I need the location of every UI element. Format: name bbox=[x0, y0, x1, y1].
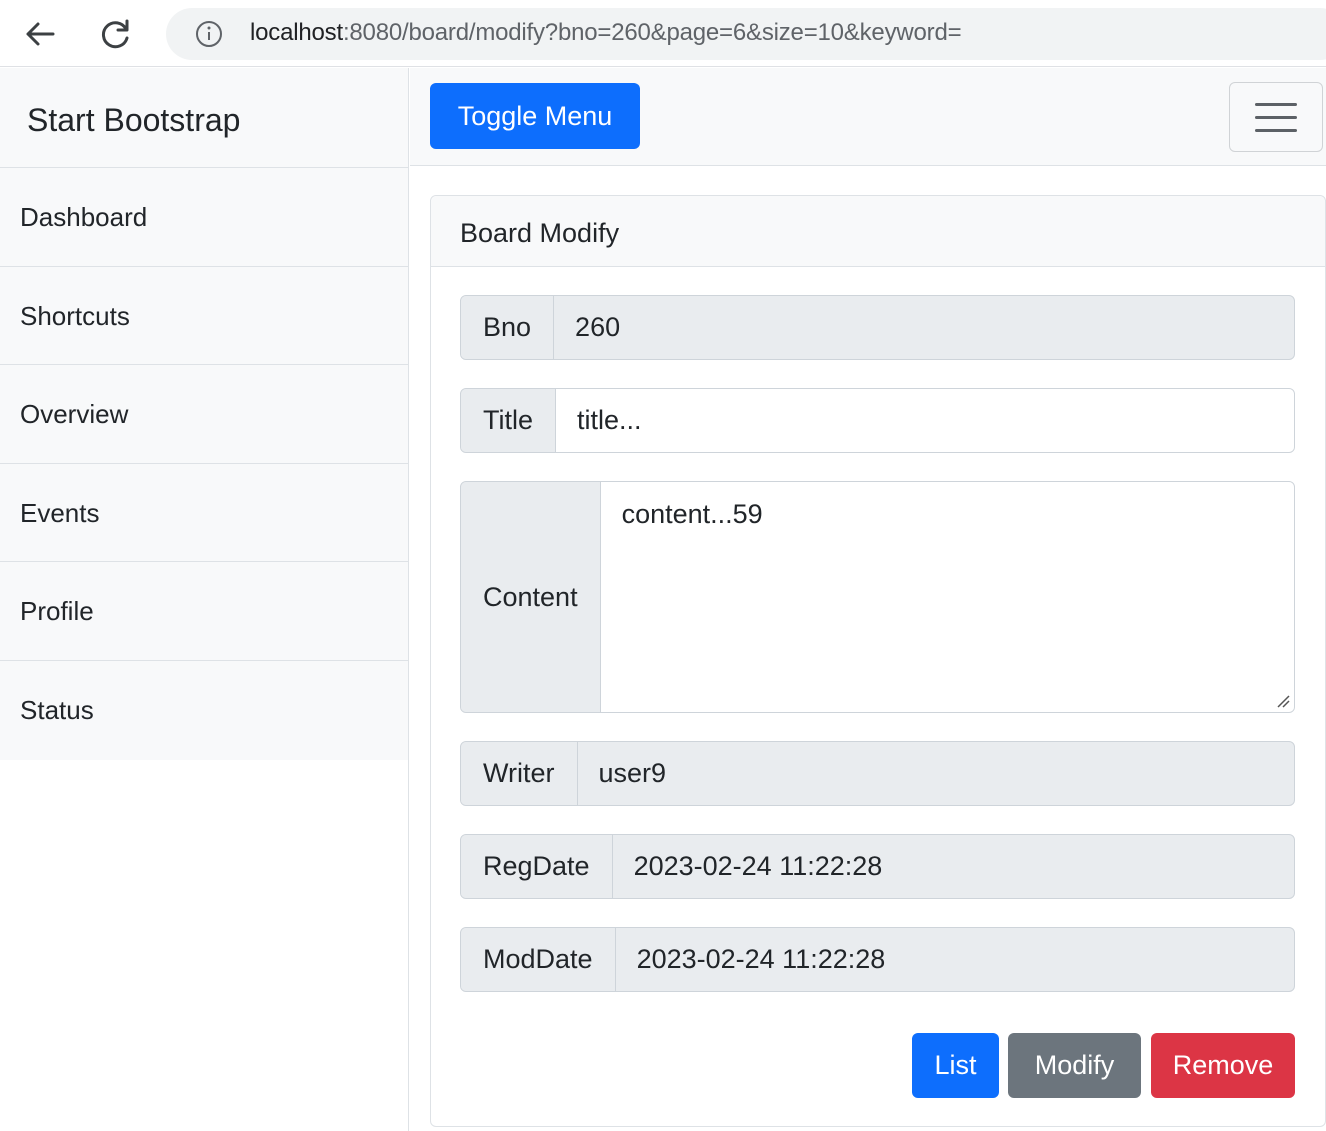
browser-toolbar: localhost:8080/board/modify?bno=260&page… bbox=[0, 0, 1326, 67]
top-navbar: Toggle Menu bbox=[410, 68, 1326, 166]
sidebar-item-shortcuts[interactable]: Shortcuts bbox=[0, 266, 408, 366]
card-header: Board Modify bbox=[431, 196, 1325, 267]
sidebar-heading: Start Bootstrap bbox=[0, 68, 408, 168]
bno-group: Bno 260 bbox=[460, 295, 1295, 360]
sidebar-item-events[interactable]: Events bbox=[0, 463, 408, 563]
title-input[interactable]: title... bbox=[556, 389, 1294, 452]
url-text[interactable]: localhost:8080/board/modify?bno=260&page… bbox=[250, 17, 962, 49]
sidebar-item-label: Overview bbox=[20, 399, 129, 430]
hamburger-icon[interactable] bbox=[1229, 82, 1323, 152]
content-textarea[interactable]: content...59 bbox=[600, 482, 1294, 712]
moddate-label: ModDate bbox=[461, 928, 616, 991]
writer-field: user9 bbox=[598, 758, 667, 788]
moddate-field: 2023-02-24 11:22:28 bbox=[636, 944, 886, 974]
moddate-group: ModDate 2023-02-24 11:22:28 bbox=[460, 927, 1295, 992]
content-group: Content content...59 bbox=[460, 481, 1295, 713]
writer-group: Writer user9 bbox=[460, 741, 1295, 806]
sidebar-item-label: Status bbox=[20, 694, 94, 725]
back-arrow-icon[interactable] bbox=[20, 14, 60, 54]
bno-label: Bno bbox=[461, 296, 555, 359]
resize-grip-icon[interactable] bbox=[1276, 694, 1290, 708]
reload-icon[interactable] bbox=[96, 14, 136, 54]
sidebar-item-label: Dashboard bbox=[20, 202, 148, 232]
title-group: Title title... bbox=[460, 388, 1295, 453]
toggle-menu-button[interactable]: Toggle Menu bbox=[430, 83, 640, 149]
sidebar-list: Dashboard Shortcuts Overview Events Prof… bbox=[0, 168, 408, 760]
sidebar-item-dashboard[interactable]: Dashboard bbox=[0, 168, 408, 267]
bno-field: 260 bbox=[575, 312, 621, 342]
regdate-field: 2023-02-24 11:22:28 bbox=[633, 851, 883, 881]
sidebar-item-label: Shortcuts bbox=[20, 300, 130, 331]
sidebar-item-overview[interactable]: Overview bbox=[0, 365, 408, 464]
list-button[interactable]: List bbox=[912, 1033, 999, 1098]
sidebar-item-status[interactable]: Status bbox=[0, 660, 408, 760]
regdate-group: RegDate 2023-02-24 11:22:28 bbox=[460, 834, 1295, 899]
remove-button[interactable]: Remove bbox=[1151, 1033, 1295, 1098]
url-host: localhost bbox=[250, 19, 343, 46]
regdate-label: RegDate bbox=[461, 835, 613, 898]
sidebar-item-label: Events bbox=[20, 497, 100, 528]
modify-button[interactable]: Modify bbox=[1008, 1033, 1141, 1098]
sidebar-item-label: Profile bbox=[20, 596, 94, 627]
info-icon[interactable] bbox=[195, 20, 223, 48]
sidebar-item-profile[interactable]: Profile bbox=[0, 562, 408, 661]
content-text: content...59 bbox=[621, 499, 763, 529]
board-modify-card: Board Modify Bno 260 Title title... Cont… bbox=[430, 195, 1326, 1127]
sidebar: Start Bootstrap Dashboard Shortcuts Over… bbox=[0, 68, 409, 1131]
content-label: Content bbox=[461, 482, 601, 712]
title-label: Title bbox=[461, 389, 557, 452]
brand-title: Start Bootstrap bbox=[27, 102, 241, 138]
card-title: Board Modify bbox=[460, 218, 620, 248]
url-path: :8080/board/modify?bno=260&page=6&size=1… bbox=[342, 19, 962, 46]
writer-label: Writer bbox=[461, 742, 578, 805]
